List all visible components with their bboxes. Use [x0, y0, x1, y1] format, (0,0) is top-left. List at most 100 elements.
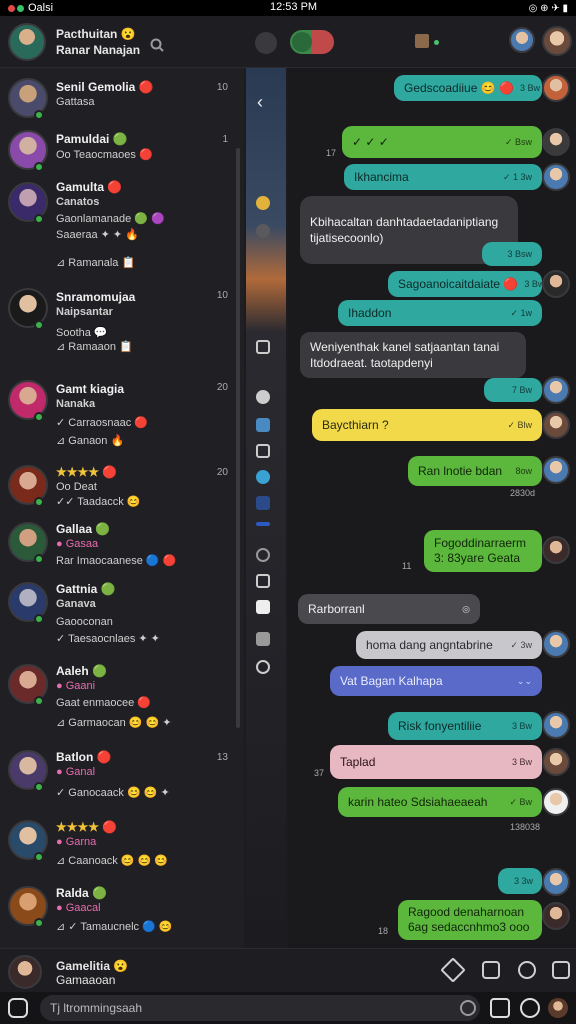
chat-item[interactable]: Gamulta 🔴 Canatos Gaonlamanade 🟢 🟣 Saaer… — [0, 180, 244, 280]
folder-icon[interactable] — [256, 496, 270, 510]
online-dot — [34, 782, 44, 792]
status-dot-green — [17, 4, 24, 12]
chat-item[interactable]: Senil Gemolia 🔴 Gattasa 10 — [0, 76, 244, 132]
message-bubble[interactable]: Gedscoadiiue 😊 🔴 3 Bw — [394, 75, 542, 101]
message-bubble[interactable]: Vat Bagan Kalhapa ⌄⌄ — [330, 666, 542, 696]
divider-icon[interactable] — [256, 522, 270, 526]
clock-icon[interactable] — [460, 1000, 476, 1016]
message-avatar — [542, 411, 570, 439]
chat-item[interactable]: Pamuldai 🟢 Oo Teaocmaoes 🔴 1 — [0, 128, 244, 184]
message-avatar — [542, 163, 570, 191]
message-bubble[interactable]: Taplad 3 Bw — [330, 745, 542, 779]
clock: 12:53 PM — [270, 1, 318, 13]
more-icon[interactable] — [552, 961, 570, 979]
message-bubble[interactable]: Ihaddon ✓ 1w — [338, 300, 542, 326]
message-text: Ran lnotie bdan — [418, 464, 503, 478]
profile-avatar[interactable] — [8, 22, 46, 61]
message-bubble[interactable]: Ikhancima ✓ 1 3w — [344, 164, 542, 190]
chat-preview: Gaonlamanade 🟢 🟣 — [56, 213, 165, 225]
chat-item[interactable]: Gattnia 🟢 Ganava Gaooconan ✓ Taesaocnlae… — [0, 580, 244, 656]
user-avatar-icon[interactable] — [548, 998, 568, 1018]
chat-preview: Sootha 💬 — [56, 327, 108, 339]
contact-avatar[interactable] — [542, 26, 572, 56]
chat-item[interactable]: ★★★★ 🔴 ● Garna ⊿ Caanoack 😊 😊 😊 — [0, 818, 244, 878]
chat-list-scrollbar[interactable] — [236, 148, 240, 728]
message-bubble[interactable]: Weniyenthak kanel satjaantan tanai Itdod… — [300, 332, 526, 378]
message-bubble[interactable]: karin hateo Sdsiahaeaeah ✓ Bw — [338, 787, 542, 817]
message-bubble[interactable]: 3 Bsw — [482, 242, 542, 266]
cloud-icon[interactable] — [256, 390, 270, 404]
message-bubble[interactable]: Ran lnotie bdan 8ow — [408, 456, 542, 486]
globe-icon[interactable] — [256, 470, 270, 484]
clock-icon[interactable] — [256, 548, 270, 562]
info-icon[interactable] — [256, 660, 270, 674]
link-icon[interactable] — [256, 418, 270, 432]
message-bubble[interactable]: 7 Bw — [484, 378, 542, 402]
chat-name: Gamulta 🔴 — [56, 180, 123, 194]
note-icon[interactable] — [256, 444, 270, 458]
message-avatar — [542, 456, 570, 484]
pin-icon[interactable] — [256, 632, 270, 646]
message-bubble[interactable]: Sagoanoicaitdaiate 🔴 3 Bw — [388, 271, 544, 297]
chat-item[interactable]: Batlon 🔴 ● Ganal ✓ Ganocaack 😊 😊 ✦ 13 — [0, 748, 244, 808]
chat-preview: ✓ Carraosnaac 🔴 — [56, 417, 149, 429]
message-bubble[interactable]: homa dang angntabrine ✓ 3w — [356, 631, 542, 659]
message-avatar — [542, 711, 570, 739]
online-dot — [34, 110, 44, 120]
grid-icon[interactable] — [415, 34, 429, 48]
archive-icon[interactable] — [482, 961, 500, 979]
header-titles: Pacthuitan 😮 Ranar Nanajan — [56, 26, 140, 58]
chat-name: Snramomujaa — [56, 290, 136, 304]
message-text: Ikhancima — [354, 170, 409, 184]
sticker-icon[interactable] — [490, 998, 510, 1018]
shield-icon[interactable] — [256, 574, 270, 588]
online-dot — [34, 918, 44, 928]
message-text: Vat Bagan Kalhapa — [340, 674, 443, 688]
message-bubble[interactable]: 3 3w — [498, 868, 542, 894]
chat-name: Aaleh 🟢 — [56, 664, 107, 678]
camera-icon[interactable] — [256, 340, 270, 354]
emoji-icon[interactable] — [520, 998, 540, 1018]
message-bubble[interactable]: ✓ ✓ ✓ ✓ Bsw — [342, 126, 542, 158]
chat-preview: ⊿ ✓ Tamaucnelc 🔵 😊 — [56, 921, 173, 933]
contact-avatar[interactable] — [509, 27, 535, 53]
status-dot-red — [8, 4, 15, 12]
current-user-avatar[interactable] — [8, 955, 42, 989]
chat-preview: ⊿ Caanoack 😊 😊 😊 — [56, 855, 169, 867]
book-icon[interactable] — [256, 600, 270, 614]
settings-icon[interactable] — [255, 32, 277, 54]
record-icon[interactable] — [518, 961, 536, 979]
back-icon[interactable]: ‹ — [257, 92, 263, 113]
chat-item[interactable]: Ralda 🟢 ● Gaacal ⊿ ✓ Tamaucnelc 🔵 😊 — [0, 884, 244, 944]
chat-item[interactable]: Snramomujaa Naipsantar Sootha 💬 ⊿ Ramaao… — [0, 288, 244, 368]
composer: Tj ltrommingsaah — [0, 992, 576, 1024]
message-avatar — [542, 270, 570, 298]
edit-icon[interactable] — [440, 957, 466, 983]
message-bubble[interactable]: Ragood denaharnoan 6ag sedaccnhmo3 ooo — [398, 900, 542, 940]
attach-icon[interactable] — [8, 998, 28, 1018]
arrow-icon[interactable] — [256, 224, 270, 238]
message-meta: ✓ Bw — [509, 796, 532, 807]
message-meta: 7 Bw — [511, 385, 532, 395]
message-avatar — [542, 748, 570, 776]
chat-preview: Gaooconan — [56, 616, 113, 628]
chat-item[interactable]: ★★★★ 🔴 Oo Deat ✓✓ Taadacck 😊 20 — [0, 463, 244, 515]
search-icon[interactable] — [150, 38, 164, 52]
chat-item[interactable]: Gamt kiagia Nanaka ✓ Carraosnaac 🔴 ⊿ Gan… — [0, 378, 244, 458]
online-dot — [34, 852, 44, 862]
chat-item[interactable]: Gallaa 🟢 ● Gasaa Rar Imaocaanese 🔵 🔴 — [0, 520, 244, 572]
emoji-icon[interactable] — [256, 196, 270, 210]
chat-preview: ⊿ Ramaaon 📋 — [56, 341, 133, 353]
message-bubble[interactable]: Fogoddinarraerm 3: 83yare Geata — [424, 530, 542, 572]
message-bubble[interactable]: Baycthiarn ? ✓ Blw — [312, 409, 542, 441]
message-meta: 8ow — [515, 466, 532, 476]
header-subtitle: Ranar Nanajan — [56, 42, 141, 57]
mode-toggle[interactable] — [290, 30, 334, 54]
chat-item[interactable]: Aaleh 🟢 ● Gaani Gaat enmaocee 🔴 ⊿ Garmao… — [0, 662, 244, 742]
message-bubble[interactable]: Risk fonyentiliie 3 Bw — [388, 712, 542, 740]
message-avatar — [542, 868, 570, 896]
message-input[interactable]: Tj ltrommingsaah — [40, 995, 480, 1021]
chat-name: Senil Gemolia 🔴 — [56, 80, 154, 94]
message-bubble[interactable]: Rarborranl ◎ — [298, 594, 480, 624]
message-avatar — [542, 902, 570, 930]
